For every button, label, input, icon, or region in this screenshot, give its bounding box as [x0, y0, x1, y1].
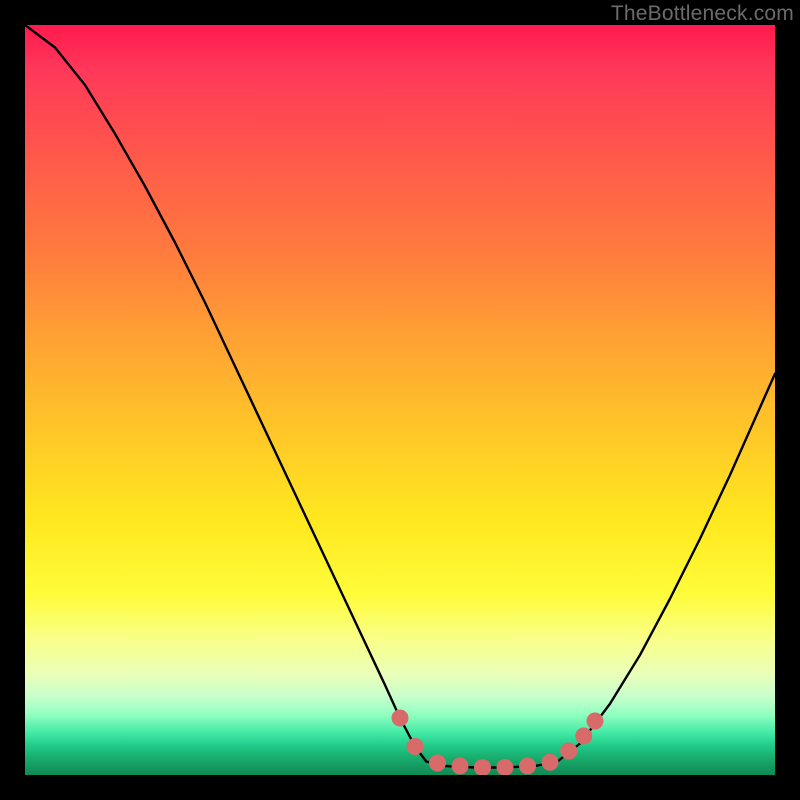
highlight-marker: [392, 710, 409, 727]
highlight-marker: [587, 713, 604, 730]
marker-group: [392, 710, 604, 776]
highlight-marker: [474, 759, 491, 775]
highlight-marker: [575, 728, 592, 745]
highlight-marker: [519, 758, 536, 775]
chart-stage: TheBottleneck.com: [0, 0, 800, 800]
bottleneck-curve: [25, 25, 775, 768]
highlight-marker: [407, 738, 424, 755]
plot-area: [25, 25, 775, 775]
highlight-marker: [497, 759, 514, 775]
highlight-marker: [542, 754, 559, 771]
highlight-marker: [452, 758, 469, 775]
highlight-marker: [429, 755, 446, 772]
watermark-text: TheBottleneck.com: [611, 2, 794, 26]
highlight-marker: [560, 743, 577, 760]
curve-group: [25, 25, 775, 768]
curves-svg: [25, 25, 775, 775]
